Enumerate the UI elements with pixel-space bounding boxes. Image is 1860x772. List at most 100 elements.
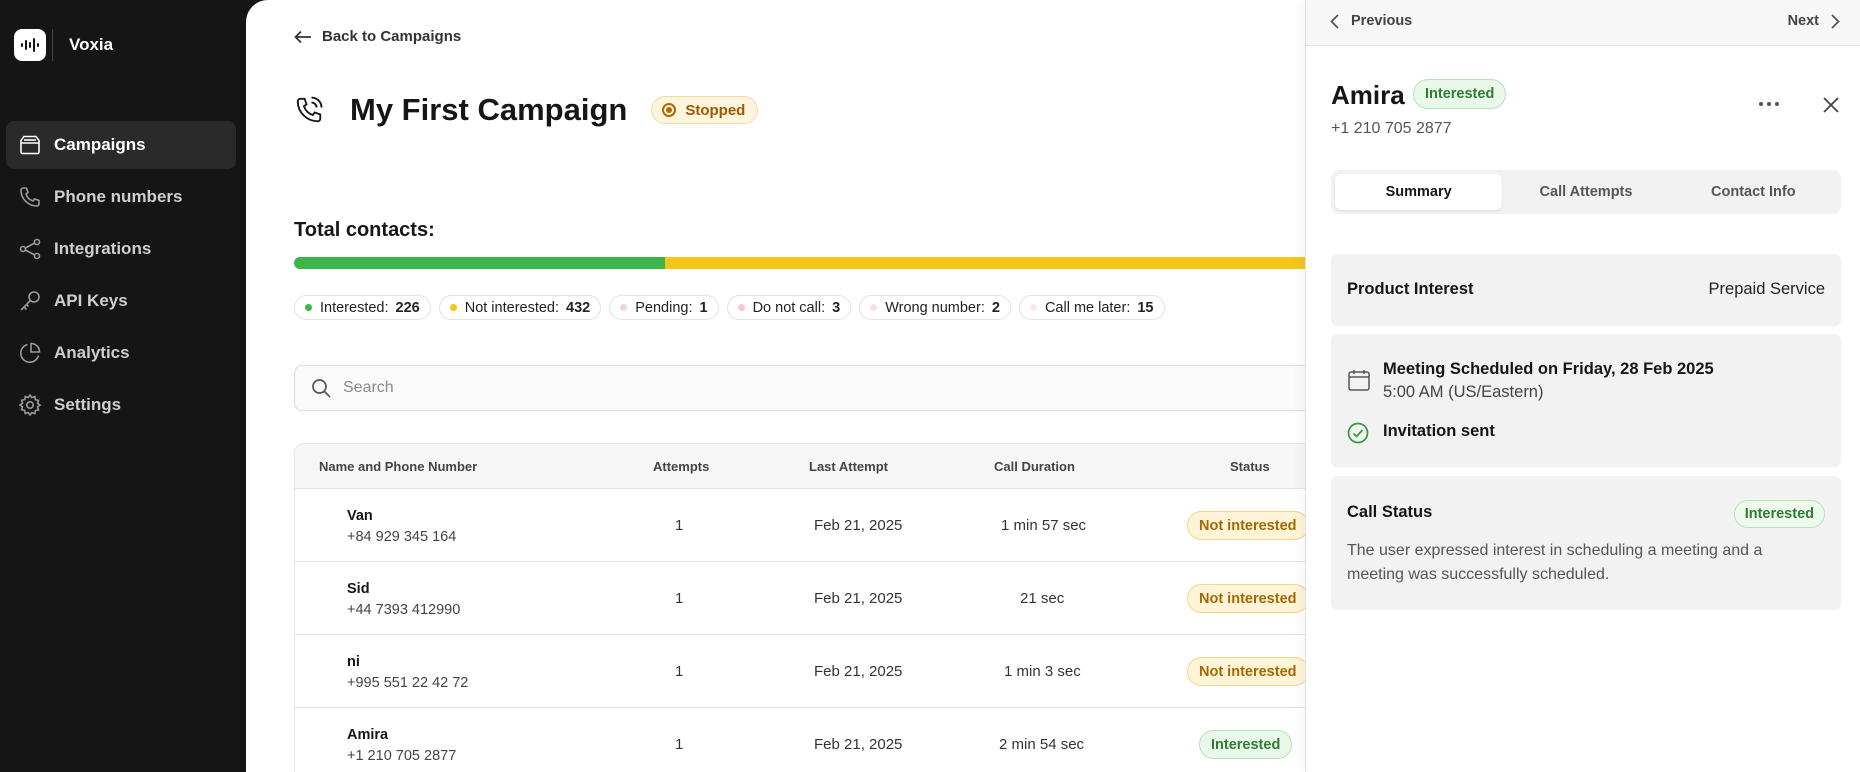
meeting-card: Meeting Scheduled on Friday, 28 Feb 2025… — [1331, 334, 1841, 467]
back-to-campaigns-link[interactable]: Back to Campaigns — [294, 28, 461, 45]
chip-wrong-number[interactable]: Wrong number: 2 — [859, 295, 1011, 320]
search-box — [294, 365, 1394, 411]
calendar-icon — [1347, 368, 1371, 397]
gear-icon — [18, 393, 42, 417]
chevron-left-icon — [1330, 13, 1339, 29]
pie-chart-icon — [20, 342, 41, 363]
chip-count: 226 — [395, 299, 420, 316]
chip-pending[interactable]: Pending: 1 — [609, 295, 719, 320]
status-pill: Not interested — [1187, 511, 1309, 540]
page-title: My First Campaign — [350, 92, 628, 127]
chip-dot — [449, 304, 457, 311]
table-row[interactable]: Sid +44 7393 412990 1 Feb 21, 2025 21 se… — [295, 562, 1413, 635]
column-header-call-duration[interactable]: Call Duration — [994, 459, 1075, 474]
contact-phone: +1 210 705 2877 — [1331, 120, 1452, 137]
call-duration-cell: 21 sec — [1020, 590, 1065, 607]
sidebar-item-label: Integrations — [54, 239, 152, 258]
chevron-right-icon — [1831, 13, 1840, 29]
chip-dot — [737, 304, 745, 311]
chip-count: 3 — [832, 299, 841, 316]
contact-status-badge: Interested — [1413, 79, 1507, 109]
chip-count: 432 — [566, 299, 591, 316]
call-status-description: The user expressed interest in schedulin… — [1347, 542, 1763, 583]
status-chips: Interested: 226 Not interested: 432 Pendin… — [294, 295, 1173, 320]
arrow-left-icon — [294, 30, 311, 43]
check-circle-icon — [1347, 422, 1369, 449]
drawer-tabs: Summary Call Attempts Contact Info — [1331, 170, 1841, 214]
chip-count: 15 — [1137, 299, 1154, 316]
chip-not-interested[interactable]: Not interested: 432 — [438, 295, 602, 320]
previous-label: Previous — [1351, 13, 1413, 29]
sidebar-item-campaigns[interactable]: Campaigns — [6, 121, 236, 169]
sidebar-item-label: Campaigns — [54, 135, 146, 154]
next-label: Next — [1787, 13, 1819, 29]
chip-interested[interactable]: Interested: 226 — [294, 295, 431, 320]
meeting-scheduled-text: Meeting Scheduled on Friday, 28 Feb 2025 — [1383, 360, 1714, 378]
last-attempt-cell: Feb 21, 2025 — [814, 736, 903, 753]
contact-name: Amira — [347, 727, 389, 743]
sidebar-item-label: Analytics — [54, 343, 130, 362]
column-header-last-attempt[interactable]: Last Attempt — [809, 459, 888, 474]
call-duration-cell: 1 min 57 sec — [1001, 517, 1087, 534]
drawer-navigation: Previous Next — [1306, 0, 1860, 46]
back-link-label: Back to Campaigns — [322, 28, 462, 45]
chip-label: Interested: — [320, 299, 389, 316]
chip-call-me-later[interactable]: Call me later: 15 — [1018, 295, 1165, 320]
chip-do-not-call[interactable]: Do not call: 3 — [726, 295, 852, 320]
call-duration-cell: 1 min 3 sec — [1004, 663, 1081, 680]
sidebar-item-analytics[interactable]: Analytics — [6, 329, 236, 377]
phone-call-icon — [296, 96, 323, 123]
chip-label: Call me later: — [1044, 299, 1131, 316]
contact-phone: +995 551 22 42 72 — [347, 675, 469, 691]
tab-summary[interactable]: Summary — [1335, 174, 1503, 210]
status-badge: Stopped — [651, 96, 759, 124]
sidebar-item-label: Settings — [54, 395, 122, 414]
chip-label: Do not call: — [752, 299, 826, 316]
status-pill: Not interested — [1187, 657, 1309, 686]
previous-button[interactable]: Previous — [1330, 13, 1412, 29]
search-icon — [312, 379, 331, 398]
close-icon[interactable] — [1823, 97, 1839, 118]
chip-label: Wrong number: — [885, 299, 985, 316]
chip-dot — [305, 304, 312, 311]
chip-dot — [620, 304, 628, 311]
meeting-time-text: 5:00 AM (US/Eastern) — [1383, 383, 1544, 401]
contact-name: Sid — [347, 581, 370, 597]
column-header-name[interactable]: Name and Phone Number — [319, 459, 477, 474]
last-attempt-cell: Feb 21, 2025 — [814, 663, 903, 680]
tab-call-attempts[interactable]: Call Attempts — [1502, 174, 1669, 210]
search-input[interactable] — [343, 379, 1243, 397]
progress-segment-not-interested — [664, 257, 1374, 269]
next-button[interactable]: Next — [1788, 13, 1840, 29]
contacts-table: Name and Phone Number Attempts Last Atte… — [294, 443, 1414, 772]
sidebar: Voxia Campaigns Phone numbers Integratio… — [0, 0, 246, 772]
chip-dot — [870, 304, 878, 311]
invitation-sent-text: Invitation sent — [1383, 422, 1495, 440]
call-duration-cell: 2 min 54 sec — [999, 736, 1085, 753]
product-interest-value: Prepaid Service — [1708, 280, 1825, 298]
table-row[interactable]: Amira +1 210 705 2877 1 Feb 21, 2025 2 m… — [295, 708, 1413, 772]
column-header-attempts[interactable]: Attempts — [653, 459, 709, 474]
sidebar-item-settings[interactable]: Settings — [6, 381, 236, 429]
status-badge-label: Stopped — [685, 101, 746, 119]
status-pill: Not interested — [1187, 584, 1309, 613]
stop-circle-icon — [662, 103, 677, 117]
contact-phone: +44 7393 412990 — [347, 602, 461, 618]
column-header-status[interactable]: Status — [1230, 459, 1270, 474]
brand-divider — [52, 29, 53, 61]
sidebar-item-integrations[interactable]: Integrations — [6, 225, 236, 273]
contacts-progress-bar — [294, 257, 1374, 269]
brand[interactable]: Voxia — [14, 29, 113, 61]
key-icon — [20, 291, 40, 311]
more-options-icon[interactable] — [1758, 96, 1780, 107]
contact-name: Van — [347, 508, 373, 524]
contact-phone: +84 929 345 164 — [347, 529, 457, 545]
sidebar-item-api-keys[interactable]: API Keys — [6, 277, 236, 325]
sidebar-item-phone-numbers[interactable]: Phone numbers — [6, 173, 236, 221]
table-header: Name and Phone Number Attempts Last Atte… — [295, 444, 1413, 489]
chip-count: 1 — [699, 299, 708, 316]
table-row[interactable]: Van +84 929 345 164 1 Feb 21, 2025 1 min… — [295, 489, 1413, 562]
tab-contact-info[interactable]: Contact Info — [1670, 174, 1837, 210]
attempts-cell: 1 — [675, 590, 684, 607]
table-row[interactable]: ni +995 551 22 42 72 1 Feb 21, 2025 1 mi… — [295, 635, 1413, 708]
